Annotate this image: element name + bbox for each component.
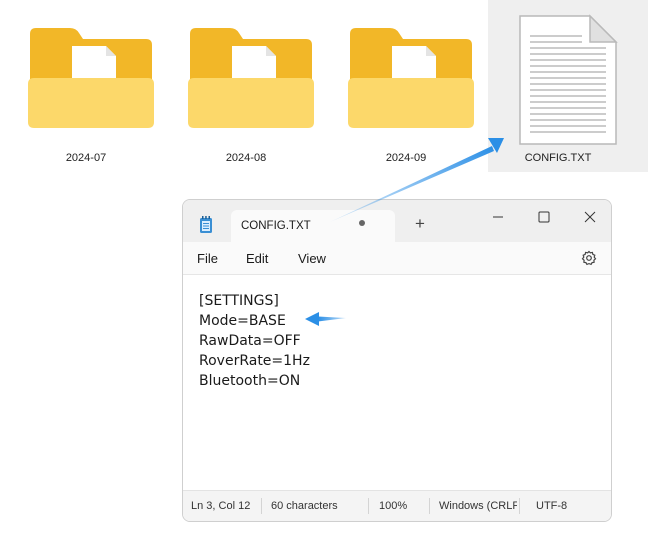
menu-edit[interactable]: Edit: [246, 251, 268, 266]
editor-content: [SETTINGS] Mode=BASE RawData=OFF RoverRa…: [199, 291, 310, 391]
editor-line: RoverRate=1Hz: [199, 353, 310, 369]
folder-label: 2024-07: [65, 152, 107, 164]
folder-icon: [348, 28, 474, 128]
status-divider: [519, 498, 520, 514]
status-cursor-position: Ln 3, Col 12: [191, 500, 251, 512]
unsaved-dot-icon[interactable]: [359, 220, 365, 226]
editor-line: RawData=OFF: [199, 333, 301, 349]
title-bar[interactable]: CONFIG.TXT +: [183, 200, 611, 242]
tab-config-txt[interactable]: CONFIG.TXT: [231, 210, 395, 242]
status-divider: [261, 498, 262, 514]
maximize-icon[interactable]: [533, 208, 555, 226]
editor-line: Bluetooth=ON: [199, 373, 301, 389]
notepad-app-icon: [200, 216, 212, 233]
desktop-folder-2024-07[interactable]: 2024-07: [6, 0, 166, 172]
folder-label: 2024-09: [385, 152, 427, 164]
settings-gear-icon[interactable]: [581, 250, 597, 266]
status-bar: Ln 3, Col 12 60 characters 100% Windows …: [183, 490, 611, 521]
editor-line: [SETTINGS]: [199, 293, 279, 309]
desktop-folder-2024-08[interactable]: 2024-08: [166, 0, 326, 172]
menu-view[interactable]: View: [298, 251, 326, 266]
new-tab-button[interactable]: +: [409, 214, 431, 236]
folder-icon: [28, 28, 154, 128]
status-divider: [429, 498, 430, 514]
folder-label: 2024-08: [225, 152, 267, 164]
status-line-ending[interactable]: Windows (CRLF): [439, 500, 517, 512]
minimize-icon[interactable]: [487, 208, 509, 226]
text-editor[interactable]: [SETTINGS] Mode=BASE RawData=OFF RoverRa…: [183, 275, 611, 491]
desktop-file-config-txt[interactable]: CONFIG.TXT: [488, 0, 648, 172]
status-encoding[interactable]: UTF-8: [536, 500, 596, 512]
status-zoom[interactable]: 100%: [379, 500, 429, 512]
menu-file[interactable]: File: [197, 251, 218, 266]
text-file-icon: [519, 14, 618, 145]
tab-title: CONFIG.TXT: [241, 220, 311, 232]
close-icon[interactable]: [579, 208, 601, 226]
folder-icon: [188, 28, 314, 128]
file-label: CONFIG.TXT: [524, 152, 592, 164]
desktop-folder-2024-09[interactable]: 2024-09: [326, 0, 486, 172]
status-character-count: 60 characters: [271, 500, 338, 512]
editor-line: Mode=BASE: [199, 313, 286, 329]
menu-bar: File Edit View: [183, 242, 611, 275]
notepad-window: CONFIG.TXT + File Edit View [SETTINGS] M…: [182, 199, 612, 522]
status-divider: [368, 498, 369, 514]
